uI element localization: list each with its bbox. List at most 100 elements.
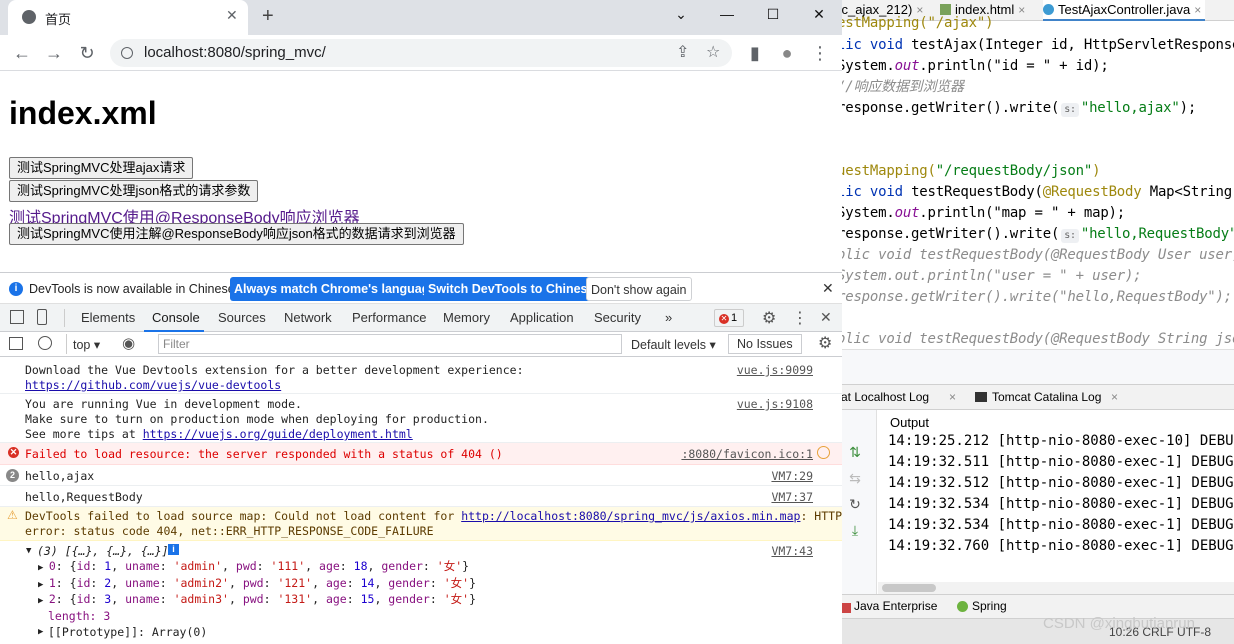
maximize-icon[interactable]: ☐: [750, 0, 796, 30]
tab-elements[interactable]: Elements: [81, 304, 135, 332]
step-icon[interactable]: ⇆: [847, 470, 863, 486]
close-window-icon[interactable]: ✕: [796, 0, 842, 30]
new-tab-icon[interactable]: +: [262, 5, 274, 28]
sidebar-toggle-icon[interactable]: [9, 337, 23, 350]
match-language-button[interactable]: Always match Chrome's language: [230, 277, 441, 301]
array-item-part: :: [429, 575, 444, 590]
browser-tab[interactable]: 首页 ✕: [8, 0, 248, 35]
minimize-icon[interactable]: —: [704, 0, 750, 30]
ide-tab-controller[interactable]: TestAjaxController.java ×: [1043, 0, 1206, 21]
eye-icon[interactable]: ◉: [122, 334, 135, 352]
console-toolbar: top ▾ ◉ Filter Default levels ▾ No Issue…: [0, 332, 842, 357]
share-icon[interactable]: ⇪: [676, 42, 689, 62]
settings-gear-icon[interactable]: ⚙: [762, 308, 776, 328]
tab-search-icon[interactable]: ⌄: [658, 0, 704, 30]
expand-triangle-icon[interactable]: ▶: [38, 580, 49, 590]
context-selector[interactable]: top ▾: [73, 337, 100, 352]
array-item-part: age: [325, 592, 347, 606]
source-link[interactable]: vue.js:9108: [737, 397, 813, 412]
java-enterprise-icon: [841, 603, 851, 613]
deploy-icon[interactable]: ⤓: [847, 522, 863, 538]
server-output-panel[interactable]: Output 14:19:25.212 [http-nio-8080-exec-…: [878, 410, 1234, 594]
rerun-icon[interactable]: ⇅: [847, 444, 863, 460]
ide-window: vc_ajax_212) × index.html × TestAjaxContro…: [835, 0, 1234, 644]
switch-chinese-button[interactable]: Switch DevTools to Chinese: [424, 277, 599, 301]
device-toggle-icon[interactable]: [37, 309, 47, 325]
array-prototype[interactable]: [[Prototype]]: Array(0): [48, 625, 207, 640]
ajax-test-button[interactable]: 测试SpringMVC处理ajax请求: [9, 157, 194, 179]
profile-avatar-icon[interactable]: ●: [775, 41, 799, 65]
console-output[interactable]: Download the Vue Devtools extension for …: [0, 357, 842, 644]
array-item[interactable]: ▶ 1: {id: 2, uname: 'admin2', pwd: '121'…: [38, 576, 476, 593]
menu-kebab-icon[interactable]: ⋮: [808, 41, 832, 65]
info-icon[interactable]: i: [168, 544, 179, 555]
tab-network[interactable]: Network: [284, 304, 332, 332]
close-icon[interactable]: ×: [1194, 3, 1201, 17]
close-icon[interactable]: ×: [1018, 3, 1025, 17]
tab-sources[interactable]: Sources: [218, 304, 266, 332]
tab-security[interactable]: Security: [594, 304, 641, 332]
console-filter-input[interactable]: Filter: [158, 334, 622, 354]
side-panel-icon[interactable]: ▮: [743, 41, 767, 65]
array-item-part: 1: [48, 575, 56, 590]
expand-triangle-icon[interactable]: ▼: [26, 544, 31, 559]
address-bar[interactable]: localhost:8080/spring_mvc/ ⇪ ☆: [110, 39, 732, 67]
reload-icon[interactable]: ↻: [75, 41, 99, 65]
tab-console[interactable]: Console: [144, 304, 204, 332]
warning-icon: ⚠: [7, 508, 18, 522]
back-icon[interactable]: ←: [10, 41, 34, 65]
clear-console-icon[interactable]: [38, 336, 52, 350]
close-icon[interactable]: ✕: [822, 280, 834, 297]
console-link[interactable]: http://localhost:8080/spring_mvc/js/axio…: [461, 509, 800, 523]
issues-button[interactable]: No Issues: [728, 334, 802, 354]
log-levels-dropdown[interactable]: Default levels ▾: [631, 337, 716, 352]
console-link[interactable]: https://github.com/vuejs/vue-devtools: [25, 378, 281, 393]
array-item-part: :: [159, 592, 174, 606]
expand-triangle-icon[interactable]: ▶: [38, 625, 43, 640]
tab-memory[interactable]: Memory: [443, 304, 490, 332]
log-tab-catalina[interactable]: Tomcat Catalina Log: [992, 390, 1101, 404]
array-item-part: :: [263, 592, 278, 606]
horizontal-scrollbar[interactable]: [878, 582, 1234, 594]
responsebody-json-button[interactable]: 测试SpringMVC使用注解@ResponseBody响应json格式的数据请…: [9, 223, 464, 245]
dont-show-button[interactable]: Don't show again: [586, 277, 692, 301]
code-editor[interactable]: estMapping("/ajax") lic void testAjax(In…: [835, 15, 1234, 349]
source-link[interactable]: :8080/favicon.ico:1: [681, 447, 813, 462]
source-link[interactable]: VM7:37: [771, 490, 813, 505]
close-devtools-icon[interactable]: ✕: [820, 309, 832, 326]
array-item[interactable]: ▶ 0: {id: 1, uname: 'admin', pwd: '111',…: [38, 559, 469, 576]
json-param-button[interactable]: 测试SpringMVC处理json格式的请求参数: [9, 180, 259, 202]
close-icon[interactable]: ×: [1111, 390, 1118, 404]
param-hint: s:: [1061, 229, 1079, 243]
ide-log-tabs: at Localhost Log × Tomcat Catalina Log ×: [835, 384, 1234, 410]
menu-kebab-icon[interactable]: ⋮: [792, 308, 808, 328]
info-icon[interactable]: [121, 47, 133, 59]
refresh-icon[interactable]: ↻: [847, 496, 863, 512]
bookmark-star-icon[interactable]: ☆: [706, 42, 720, 62]
tab-application[interactable]: Application: [510, 304, 574, 332]
java-enterprise-tab[interactable]: Java Enterprise: [854, 599, 937, 613]
array-item-part: 15: [360, 592, 375, 606]
inspect-icon[interactable]: [10, 310, 24, 324]
expand-triangle-icon[interactable]: ▶: [38, 563, 49, 573]
tab-performance[interactable]: Performance: [352, 304, 426, 332]
scrollbar-thumb[interactable]: [882, 584, 936, 592]
close-icon[interactable]: ×: [949, 390, 956, 404]
array-item[interactable]: ▶ 2: {id: 3, uname: 'admin3', pwd: '131'…: [38, 592, 476, 609]
expand-triangle-icon[interactable]: ▶: [38, 596, 49, 606]
banner-text: DevTools is now available in Chinese!: [29, 282, 239, 296]
error-counter[interactable]: ✕ 1: [714, 309, 744, 327]
forward-icon[interactable]: →: [42, 41, 66, 65]
log-tab-localhost[interactable]: at Localhost Log: [841, 390, 929, 404]
console-link[interactable]: https://vuejs.org/guide/deployment.html: [143, 427, 413, 441]
array-item-part: :: [346, 592, 361, 606]
close-icon[interactable]: ✕: [226, 7, 238, 24]
console-settings-icon[interactable]: ⚙: [818, 333, 832, 353]
source-link[interactable]: vue.js:9099: [737, 363, 813, 378]
network-icon[interactable]: [817, 446, 830, 459]
console-message: Download the Vue Devtools extension for …: [0, 360, 842, 394]
source-link[interactable]: VM7:29: [771, 469, 813, 484]
spring-tab[interactable]: Spring: [972, 599, 1007, 613]
more-tabs-icon[interactable]: »: [665, 304, 672, 332]
source-link[interactable]: VM7:43: [771, 544, 813, 559]
